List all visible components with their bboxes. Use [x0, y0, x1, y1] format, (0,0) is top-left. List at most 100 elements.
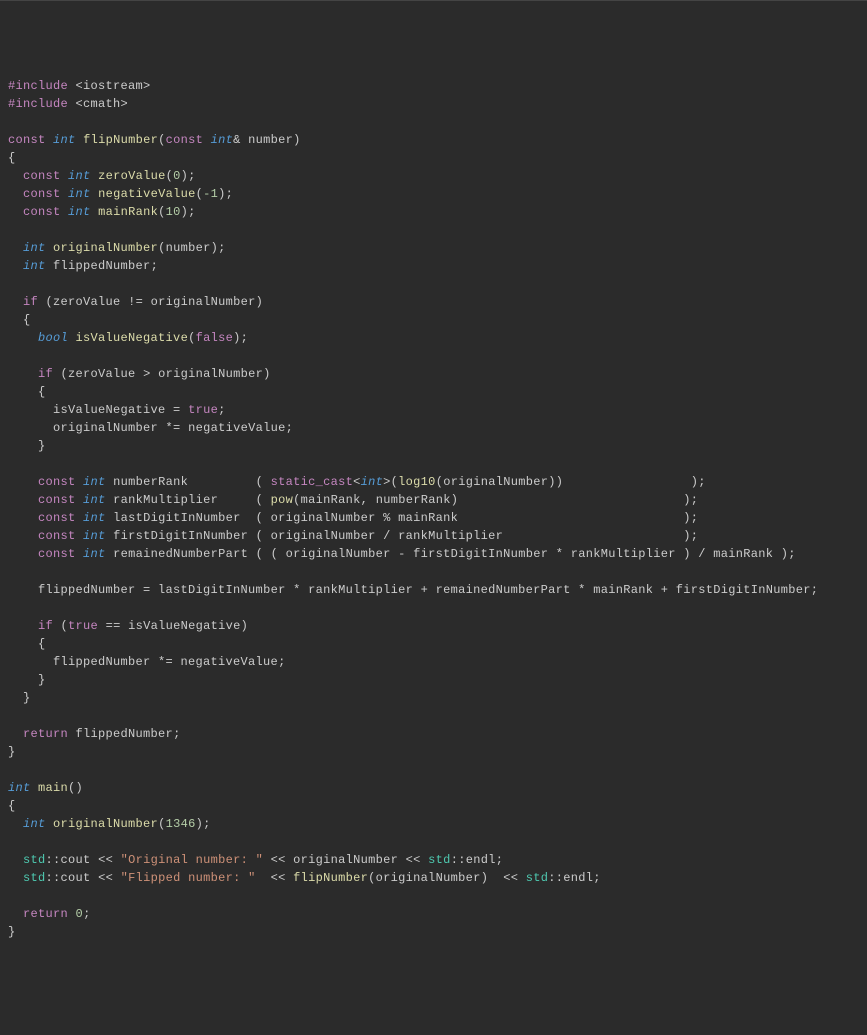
builtin-function: pow [271, 493, 294, 507]
identifier: flippedNumber [76, 727, 174, 741]
line: if (true == isValueNegative) [8, 619, 248, 633]
blank-line [8, 565, 16, 579]
identifier: remainedNumberPart [436, 583, 571, 597]
keyword-false: false [196, 331, 234, 345]
keyword-int: int [83, 511, 106, 525]
function-name: main [38, 781, 68, 795]
line: flippedNumber *= negativeValue; [8, 655, 286, 669]
keyword-int: int [83, 529, 106, 543]
namespace: std [23, 853, 46, 867]
identifier: mainRank [398, 511, 458, 525]
keyword-const: const [23, 187, 61, 201]
brace: { [38, 637, 46, 651]
line: if (zeroValue != originalNumber) [8, 295, 263, 309]
identifier: isValueNegative [76, 331, 189, 345]
keyword-const: const [38, 547, 76, 561]
line: const int rankMultiplier ( pow(mainRank,… [8, 493, 698, 507]
identifier: numberRank [376, 493, 451, 507]
blank-line [8, 835, 16, 849]
keyword-true: true [188, 403, 218, 417]
blank-line [8, 763, 16, 777]
brace: } [23, 691, 31, 705]
include-header: <iostream> [76, 79, 151, 93]
preprocessor-directive: #include [8, 97, 68, 111]
line: } [8, 673, 46, 687]
line: originalNumber *= negativeValue; [8, 421, 293, 435]
identifier: number [248, 133, 293, 147]
line: const int mainRank(10); [8, 205, 196, 219]
identifier: negativeValue [98, 187, 196, 201]
identifier: originalNumber [271, 529, 376, 543]
line: isValueNegative = true; [8, 403, 226, 417]
line: int originalNumber(number); [8, 241, 226, 255]
keyword-const: const [8, 133, 46, 147]
brace: { [8, 151, 16, 165]
line: int flippedNumber; [8, 259, 158, 273]
keyword-int: int [68, 169, 91, 183]
blank-line [8, 889, 16, 903]
line: std::cout << "Flipped number: " << flipN… [8, 871, 601, 885]
identifier: originalNumber [151, 295, 256, 309]
identifier: originalNumber [293, 853, 398, 867]
identifier: originalNumber [53, 817, 158, 831]
line: bool isValueNegative(false); [8, 331, 248, 345]
namespace: std [526, 871, 549, 885]
identifier: negativeValue [188, 421, 286, 435]
brace: } [8, 925, 16, 939]
identifier: mainRank [98, 205, 158, 219]
identifier: lastDigitInNumber [113, 511, 241, 525]
namespace: std [428, 853, 451, 867]
brace: { [8, 799, 16, 813]
identifier: isValueNegative [128, 619, 241, 633]
line: } [8, 745, 16, 759]
brace: { [23, 313, 31, 327]
keyword-bool: bool [38, 331, 68, 345]
blank-line [8, 223, 16, 237]
line: return 0; [8, 907, 91, 921]
blank-line [8, 277, 16, 291]
keyword-int: int [83, 493, 106, 507]
code-editor[interactable]: #include <iostream> #include <cmath> con… [8, 77, 859, 941]
preprocessor-directive: #include [8, 79, 68, 93]
identifier: originalNumber [286, 547, 391, 561]
number-literal: -1 [203, 187, 218, 201]
keyword-return: return [23, 907, 68, 921]
line: if (zeroValue > originalNumber) [8, 367, 271, 381]
line: #include <iostream> [8, 79, 151, 93]
identifier: numberRank [113, 475, 188, 489]
identifier: mainRank [593, 583, 653, 597]
keyword-true: true [68, 619, 98, 633]
identifier: endl [563, 871, 593, 885]
line: } [8, 439, 46, 453]
identifier: originalNumber [443, 475, 548, 489]
identifier: rankMultiplier [308, 583, 413, 597]
brace: } [38, 439, 46, 453]
number-literal: 1346 [166, 817, 196, 831]
identifier: number [166, 241, 211, 255]
keyword-int: int [68, 205, 91, 219]
line: { [8, 313, 31, 327]
namespace: std [23, 871, 46, 885]
keyword-int: int [83, 547, 106, 561]
keyword-const: const [38, 511, 76, 525]
line: const int lastDigitInNumber ( originalNu… [8, 511, 698, 525]
keyword-const: const [38, 475, 76, 489]
line: const int negativeValue(-1); [8, 187, 233, 201]
line: const int firstDigitInNumber ( originalN… [8, 529, 698, 543]
keyword-int: int [23, 817, 46, 831]
identifier: zeroValue [68, 367, 136, 381]
keyword-const: const [38, 529, 76, 543]
function-call: flipNumber [293, 871, 368, 885]
keyword-int: int [83, 475, 106, 489]
keyword-int: int [211, 133, 234, 147]
keyword-const: const [38, 493, 76, 507]
line: { [8, 637, 46, 651]
keyword-if: if [38, 367, 53, 381]
keyword-int: int [68, 187, 91, 201]
identifier: flippedNumber [53, 259, 151, 273]
string-literal: "Original number: " [121, 853, 264, 867]
identifier: flippedNumber [53, 655, 151, 669]
blank-line [8, 349, 16, 363]
identifier: firstDigitInNumber [413, 547, 548, 561]
line: const int remainedNumberPart ( ( origina… [8, 547, 796, 561]
